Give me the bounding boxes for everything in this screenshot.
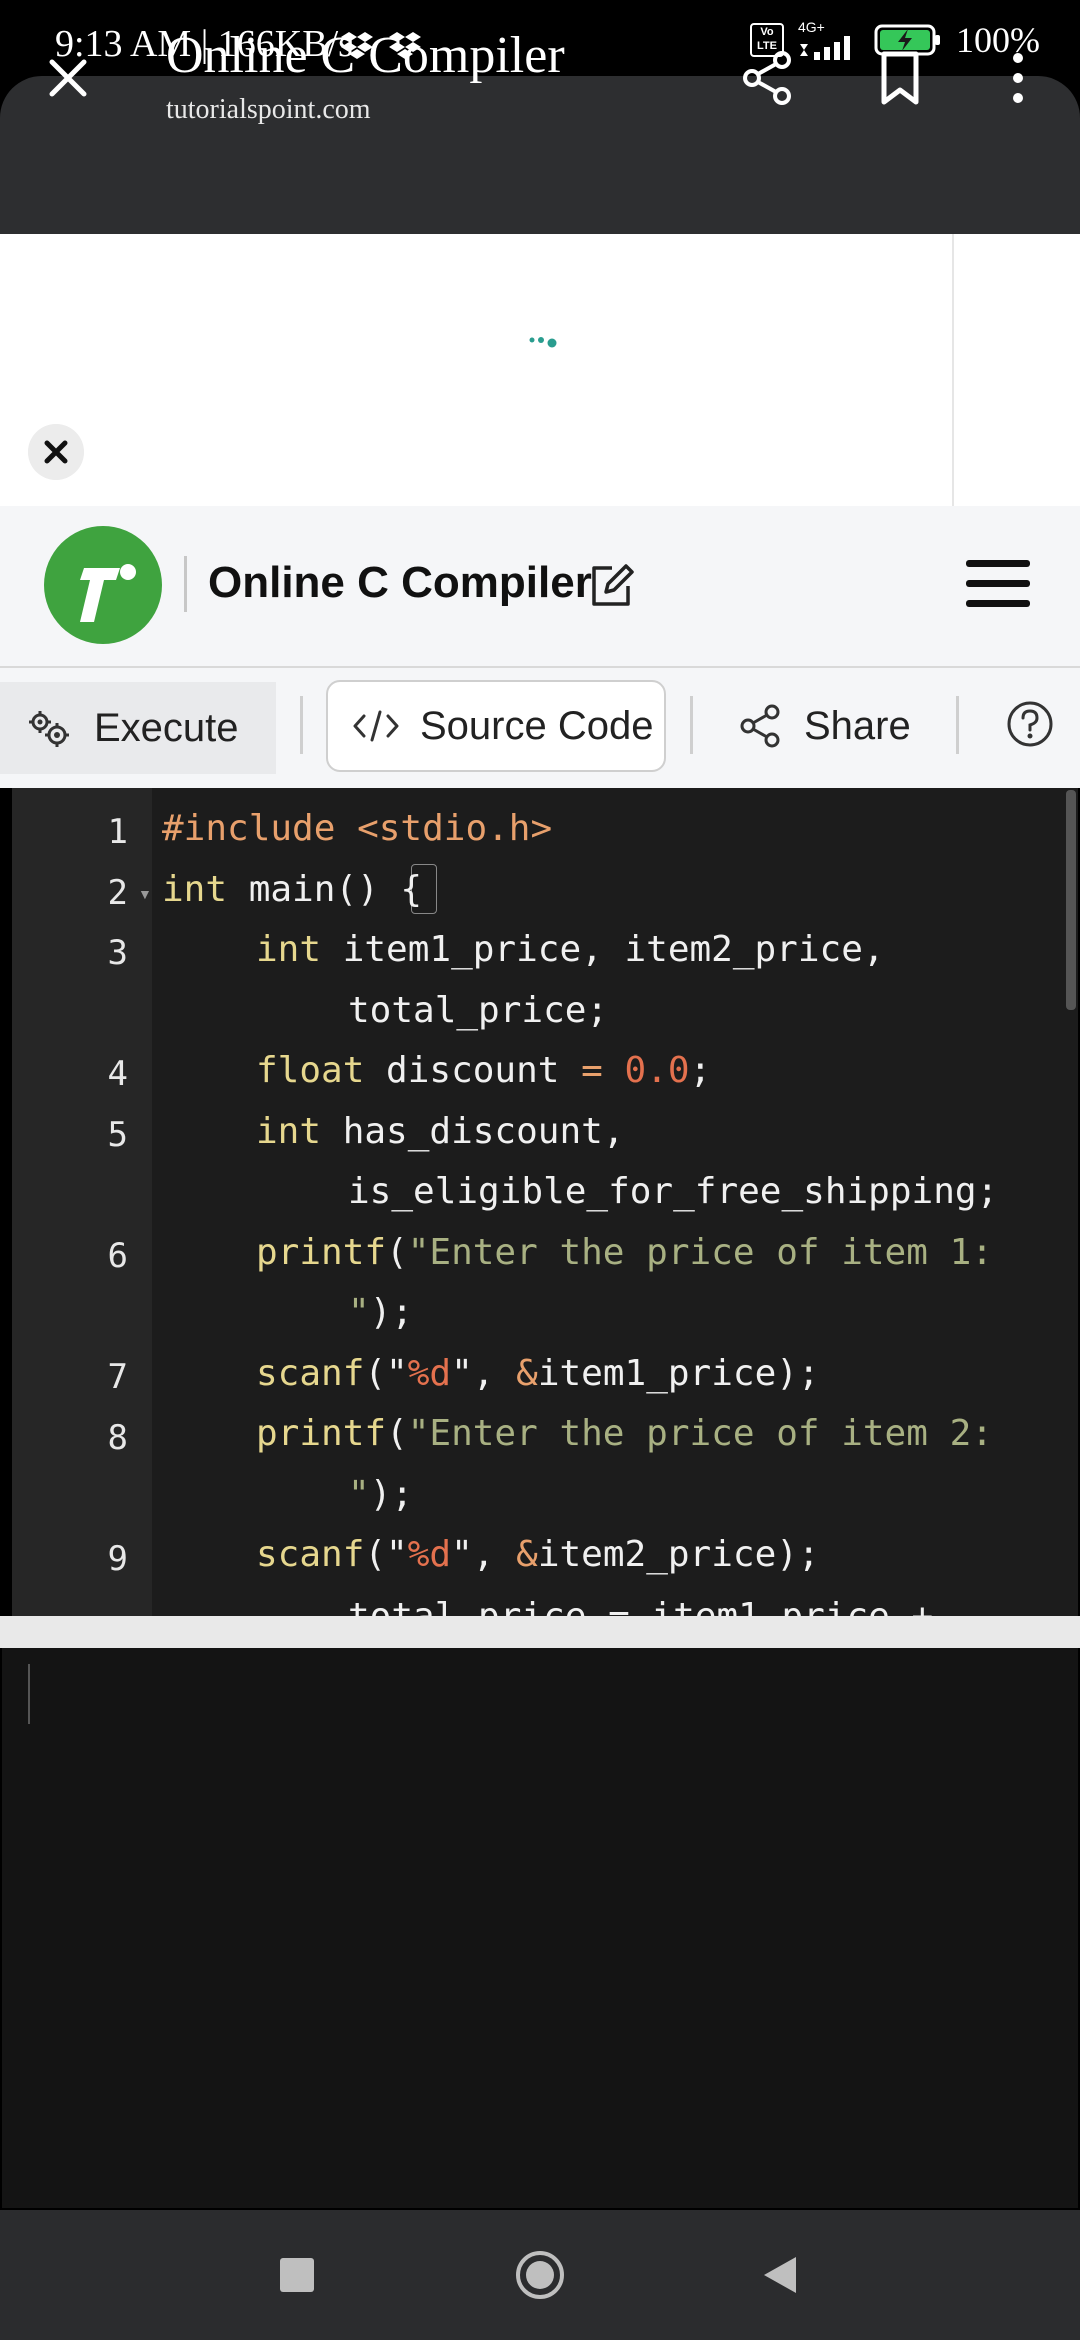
recent-apps-icon[interactable]	[280, 2258, 314, 2292]
edit-icon[interactable]	[586, 560, 636, 610]
line-number: 3	[107, 933, 128, 973]
execute-label: Execute	[94, 705, 239, 750]
line-number: 5	[107, 1115, 128, 1155]
close-icon[interactable]	[36, 46, 100, 110]
line-number: 9	[107, 1539, 128, 1579]
share-button[interactable]: Share	[738, 680, 958, 772]
signal-bars-icon	[800, 36, 850, 60]
share-icon[interactable]	[736, 46, 800, 110]
fold-arrow-icon[interactable]: ▼	[138, 886, 152, 902]
share-label: Share	[804, 703, 911, 748]
ad-close-icon[interactable]	[28, 424, 84, 480]
more-vertical-icon[interactable]	[1000, 46, 1036, 110]
back-icon[interactable]	[760, 2253, 800, 2297]
hamburger-menu-icon[interactable]	[964, 556, 1032, 612]
panel-splitter[interactable]	[0, 1616, 1080, 1648]
toolbar-separator	[956, 696, 959, 754]
bracket-match-highlight	[411, 864, 437, 914]
loading-spinner-icon	[529, 337, 557, 348]
line-number: 7	[107, 1357, 128, 1397]
code-line-clipped: total_price = item1_price +	[12, 1596, 1078, 1616]
line-number: 4	[107, 1054, 128, 1094]
gears-icon	[29, 711, 69, 747]
tab-url: tutorialspoint.com	[166, 94, 371, 125]
site-title: Online C Compiler	[208, 558, 592, 607]
code-icon	[353, 710, 399, 742]
bookmark-icon[interactable]	[868, 46, 932, 110]
tutorialspoint-logo[interactable]	[44, 526, 162, 644]
source-code-label: Source Code	[420, 703, 654, 748]
network-type: 4G+	[798, 19, 825, 35]
editor-scrollbar[interactable]	[1066, 790, 1076, 1010]
source-code-button[interactable]: Source Code	[326, 680, 666, 772]
toolbar-separator	[300, 696, 303, 754]
line-number: 1	[107, 812, 128, 852]
line-number: 8	[107, 1418, 128, 1458]
ad-divider	[952, 234, 954, 506]
home-icon[interactable]	[514, 2249, 566, 2301]
toolbar-separator	[690, 696, 693, 754]
terminal-cursor	[28, 1664, 30, 1724]
tab-title: Online C Compiler	[166, 27, 565, 84]
output-terminal[interactable]	[2, 1648, 1078, 2208]
help-icon[interactable]	[1006, 700, 1054, 748]
line-number: 6	[107, 1236, 128, 1276]
line-number-gutter: 1 2 ▼ 3 4 5 6 7 8 9	[12, 788, 152, 1616]
execute-button[interactable]: Execute	[0, 682, 276, 774]
header-separator	[184, 556, 187, 612]
share-icon	[740, 704, 780, 748]
signal-icon: 4G+	[798, 20, 860, 60]
ad-banner	[0, 234, 1080, 506]
code-line-wrap: total_price = item1_price +	[348, 1596, 933, 1616]
line-number: 2	[107, 873, 128, 913]
code-editor[interactable]	[12, 788, 1078, 1616]
